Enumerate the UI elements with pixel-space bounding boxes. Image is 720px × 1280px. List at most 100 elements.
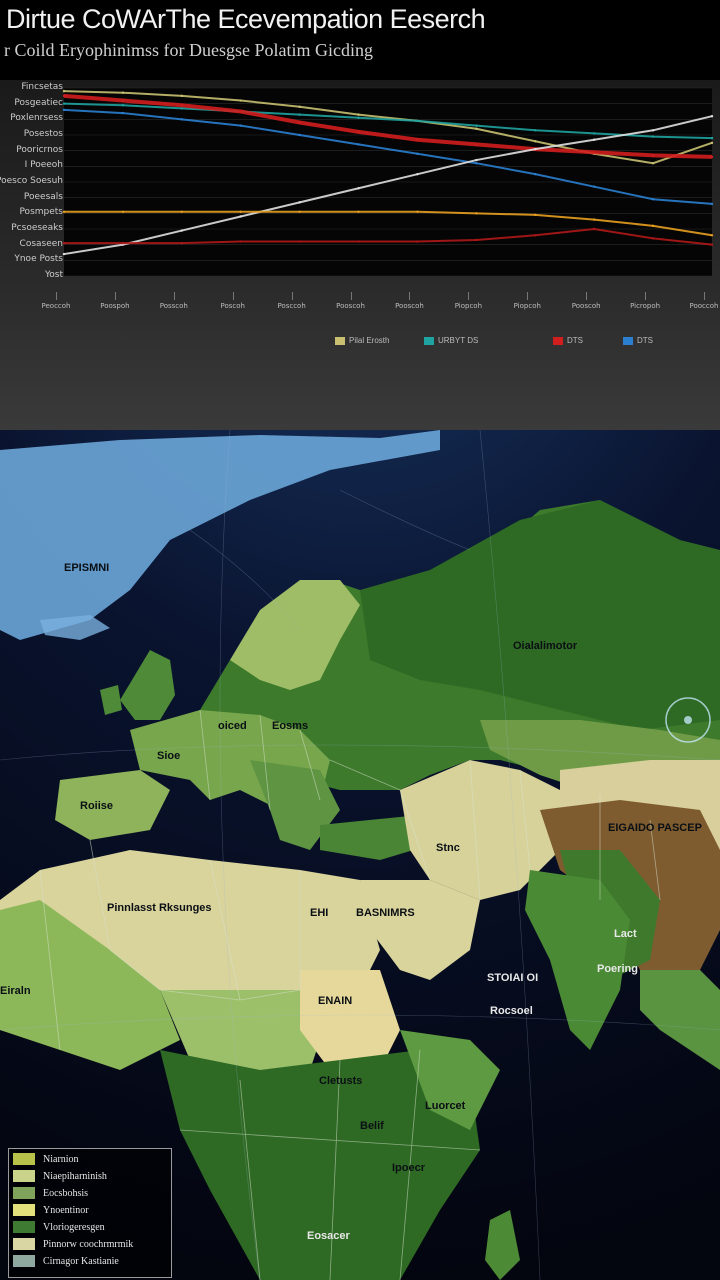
map-region-label[interactable]: Ipoecr: [392, 1162, 425, 1174]
series-point-4-7: [475, 158, 478, 162]
map-region-label[interactable]: STOIAI OI: [487, 972, 538, 984]
legend-item: DTS: [623, 336, 653, 345]
series-point-2-4: [298, 121, 301, 124]
map-legend-item: Cirnagor Kastianie: [13, 1255, 119, 1267]
x-tick-label: Piopcoh: [454, 302, 483, 310]
series-point-0-3: [239, 99, 242, 102]
map-region-label[interactable]: ENAIN: [318, 995, 352, 1007]
x-tick-label: Pooccoh: [689, 302, 719, 310]
x-tick-mark: [114, 292, 116, 300]
x-tick-mark: [56, 292, 57, 300]
map-legend-label: Ynoentinor: [43, 1204, 89, 1216]
series-point-6-2: [180, 241, 184, 245]
map-legend-item: Niarnion: [13, 1153, 79, 1165]
series-point-3-3: [239, 124, 242, 127]
series-point-0-11: [710, 141, 714, 145]
map-legend-swatch: [13, 1221, 35, 1233]
x-tick-mark: [173, 292, 175, 300]
legend-item: DTS: [553, 336, 583, 345]
series-point-4-11: [710, 115, 714, 118]
series-point-6-0: [62, 241, 66, 245]
header: Dirtue CoWArThe Ecevempation Eeserch r C…: [0, 0, 720, 80]
x-tick-mark: [586, 292, 588, 300]
x-tick-mark: [350, 292, 352, 300]
map-legend-item: Pinnorw coochrmrmik: [13, 1238, 133, 1250]
series-point-5-10: [651, 224, 655, 228]
series-point-3-7: [475, 162, 478, 165]
legend-swatch: [335, 336, 345, 345]
map-region-label[interactable]: Lact: [614, 928, 637, 940]
y-tick-label: Cosaseen: [19, 238, 63, 249]
series-point-0-4: [298, 105, 301, 108]
map-region-label[interactable]: Eosms: [272, 720, 308, 732]
line-chart: [62, 87, 714, 277]
x-tick-mark: [527, 292, 529, 300]
map-legend-swatch: [13, 1204, 35, 1216]
legend-label: DTS: [567, 336, 583, 345]
series-point-1-4: [298, 113, 301, 116]
series-point-2-5: [357, 130, 360, 134]
series-point-4-3: [239, 215, 242, 218]
y-tick-label: I Poeeoh: [24, 160, 63, 171]
series-point-6-5: [357, 240, 360, 243]
x-tick-mark: [468, 292, 470, 300]
x-tick-label: Pooscoh: [336, 302, 365, 310]
legend-swatch: [623, 336, 633, 345]
map-region-label[interactable]: Pinnlasst Rksunges: [107, 902, 212, 914]
map-legend-label: Eocsbohsis: [43, 1187, 88, 1199]
series-point-1-5: [357, 116, 360, 119]
map-region-label[interactable]: BASNIMRS: [356, 907, 415, 919]
x-tick-mark: [645, 292, 647, 300]
y-tick-label: Poeesals: [23, 191, 63, 202]
map-region-label[interactable]: Luorcet: [425, 1100, 465, 1112]
series-point-6-8: [534, 234, 537, 237]
series-point-4-8: [534, 147, 537, 151]
y-tick-label: Posestos: [23, 129, 63, 139]
map-legend-label: Niaepiharninish: [43, 1170, 107, 1182]
map-region-label[interactable]: EHI: [310, 907, 328, 919]
series-point-2-1: [121, 99, 125, 102]
series-point-6-4: [298, 240, 301, 243]
series-point-4-10: [651, 129, 655, 132]
map-region-label[interactable]: Roiise: [80, 800, 113, 812]
map-region-label[interactable]: Rocsoel: [490, 1005, 533, 1017]
series-point-1-8: [534, 129, 537, 132]
legend-label: URBYT DS: [438, 336, 479, 345]
series-point-2-10: [651, 154, 655, 157]
map-region-label[interactable]: Eiraln: [0, 985, 31, 997]
map-region-label[interactable]: Poering: [597, 963, 638, 975]
map-region-label[interactable]: Oialalimotor: [513, 640, 577, 652]
series-point-6-7: [475, 238, 478, 242]
map-legend-label: Vloriogeresgen: [43, 1221, 105, 1233]
map-region-label[interactable]: Belif: [360, 1120, 384, 1132]
series-point-5-8: [534, 213, 537, 217]
series-point-3-10: [651, 198, 655, 201]
x-tick-label: Posccoh: [277, 302, 306, 310]
globe-marker-dot: [684, 716, 692, 724]
map-region-label[interactable]: Stnc: [436, 842, 460, 854]
x-tick-mark: [409, 292, 411, 300]
x-tick-label: Pooscoh: [395, 302, 424, 310]
map-region-label[interactable]: Sioe: [157, 750, 180, 762]
series-point-3-6: [416, 152, 419, 155]
y-tick-label: Pcsoeseaks: [11, 223, 63, 233]
series-point-5-0: [62, 210, 66, 213]
chart-panel: Fincsetas Posgeatiec Poxlenrsess Posestos Po…: [0, 80, 720, 430]
map-region-label[interactable]: EPISMNI: [64, 562, 109, 574]
series-point-2-9: [592, 151, 596, 154]
map-region-label[interactable]: Cletusts: [319, 1075, 362, 1087]
map-region-label[interactable]: EIGAIDO PASCEP: [608, 822, 702, 834]
x-tick-label: Peoccoh: [41, 302, 71, 310]
x-tick-label: Posscoh: [159, 302, 188, 310]
x-tick-label: Poospoh: [100, 302, 130, 310]
series-point-3-4: [298, 133, 301, 137]
series-point-5-6: [416, 210, 419, 213]
series-point-0-1: [121, 91, 125, 94]
series-point-6-10: [651, 237, 655, 240]
series-point-5-7: [475, 212, 478, 215]
map-region-label[interactable]: oiced: [218, 720, 247, 732]
map-region-label[interactable]: Eosacer: [307, 1230, 350, 1242]
series-point-5-9: [592, 218, 596, 221]
series-point-1-6: [416, 119, 419, 123]
series-point-0-8: [534, 140, 537, 143]
